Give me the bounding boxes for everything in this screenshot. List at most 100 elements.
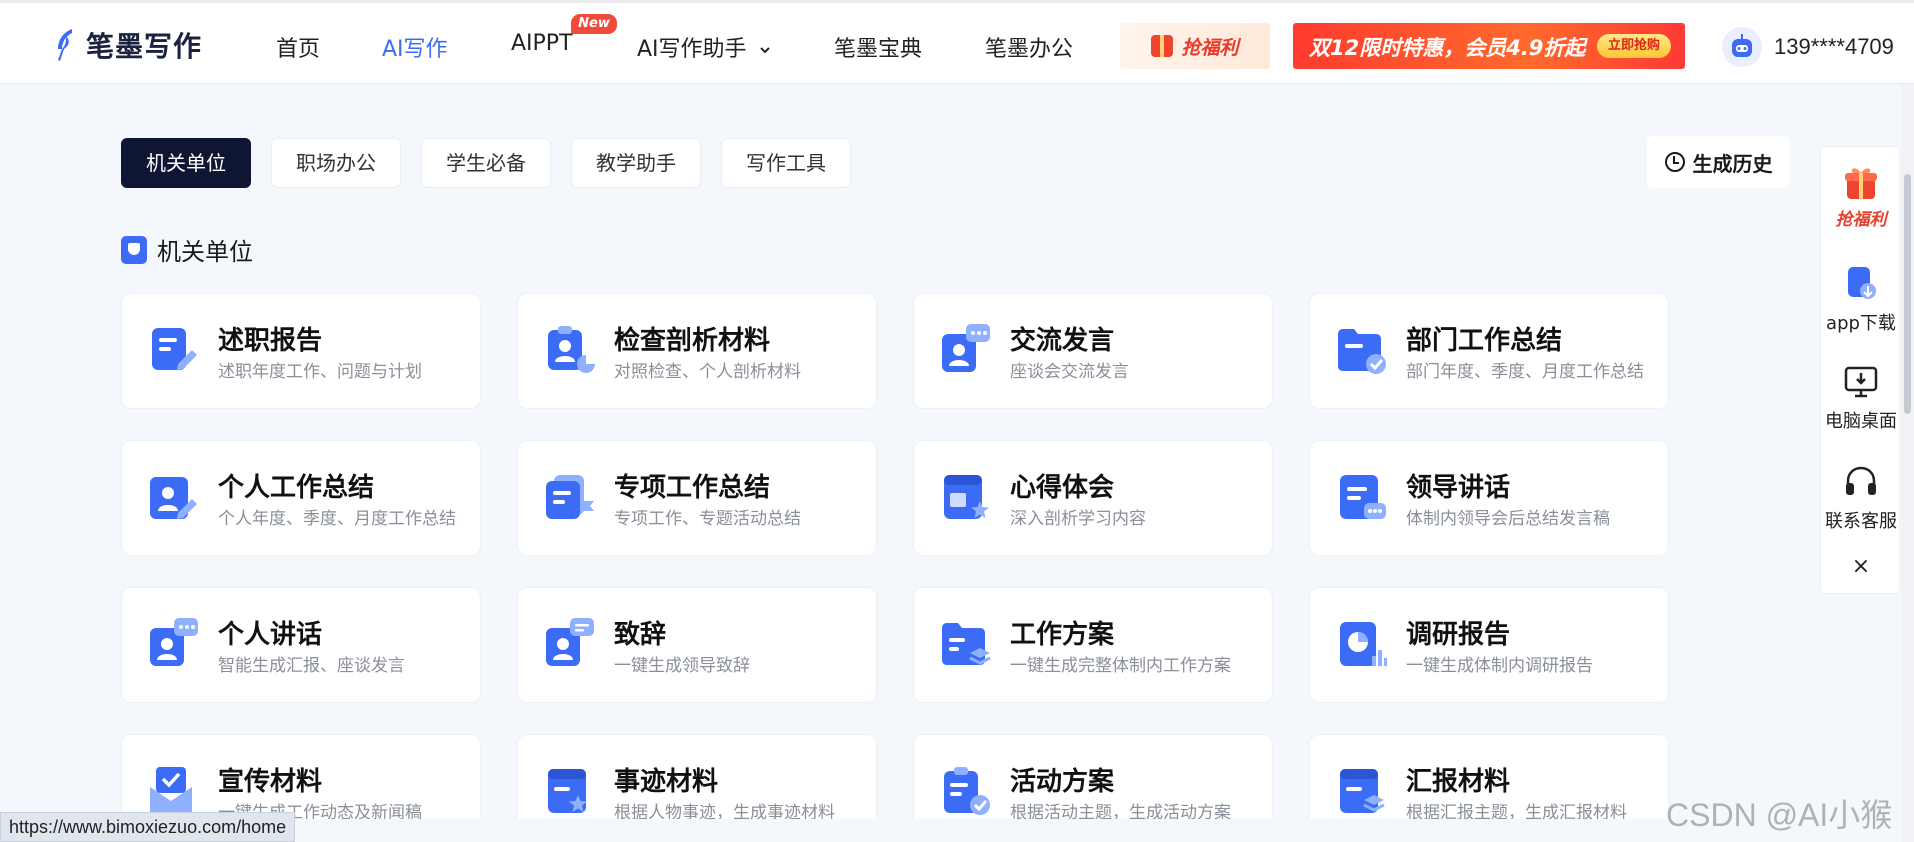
sidebar-label-welfare: 抢福利 [1835, 210, 1887, 230]
clipboard-user-icon [548, 326, 595, 373]
nav-ai-assistant[interactable]: AI写作助手 [637, 31, 770, 63]
card-debriefing-report[interactable]: 述职报告 述职年度工作、问题与计划 [121, 293, 481, 409]
card-department-summary[interactable]: 部门工作总结 部门年度、季度、月度工作总结 [1309, 293, 1669, 409]
sidebar-label-customer-service: 联系客服 [1825, 511, 1897, 532]
nav-bimo-office[interactable]: 笔墨办公 [985, 31, 1073, 63]
user-phone: 139****4709 [1774, 34, 1894, 59]
sidebar-label-desktop: 电脑桌面 [1825, 411, 1897, 432]
tab-government[interactable]: 机关单位 [121, 138, 251, 188]
card-title: 个人讲话 [218, 620, 323, 650]
page-scrollbar[interactable] [1901, 84, 1914, 842]
sidebar-item-welfare[interactable]: 抢福利 [1821, 165, 1901, 230]
sidebar-item-customer-service[interactable]: 联系客服 [1821, 465, 1901, 533]
card-subtitle: 一键生成完整体制内工作方案 [1010, 656, 1231, 676]
card-title: 检查剖析材料 [614, 326, 771, 356]
card-subtitle: 述职年度工作、问题与计划 [218, 362, 422, 382]
card-activity-plan[interactable]: 活动方案 根据活动主题，生成活动方案 [913, 734, 1273, 819]
book-star-icon [944, 475, 989, 519]
nav-ai-writing[interactable]: AI写作 [382, 31, 448, 63]
tab-students[interactable]: 学生必备 [421, 138, 551, 188]
folder-layers-icon [942, 623, 991, 665]
section-title: 机关单位 [157, 238, 253, 266]
card-subtitle: 根据活动主题，生成活动方案 [1010, 803, 1231, 819]
card-personal-speech[interactable]: 个人讲话 智能生成汇报、座谈发言 [121, 587, 481, 703]
double12-promo-banner[interactable]: 双12限时特惠，会员4.9折起 立即抢购 [1293, 23, 1685, 69]
document-flag-icon [546, 475, 594, 519]
welfare-promo-button[interactable]: 抢福利 [1120, 23, 1270, 69]
card-subtitle: 根据汇报主题，生成汇报材料 [1406, 803, 1627, 819]
nav-aippt[interactable]: AIPPT [511, 31, 573, 56]
card-subtitle: 座谈会交流发言 [1010, 362, 1129, 382]
card-reflections[interactable]: 心得体会 深入剖析学习内容 [913, 440, 1273, 556]
sidebar-item-app-download[interactable]: app下载 [1821, 265, 1901, 335]
brand-name: 笔墨写作 [86, 30, 203, 63]
user-message-icon [546, 618, 594, 666]
watermark: CSDN @AI小猴 [1666, 797, 1893, 833]
card-title: 交流发言 [1010, 326, 1115, 356]
user-pen-icon [150, 477, 197, 519]
tab-teaching[interactable]: 教学助手 [571, 138, 701, 188]
template-card-grid: 述职报告 述职年度工作、问题与计划 检查剖析材料 对照检查、个人剖析材料 交流发… [121, 293, 1671, 819]
card-title: 领导讲话 [1406, 473, 1511, 503]
user-menu[interactable]: 139****4709 [1722, 27, 1894, 67]
tab-writing-tools[interactable]: 写作工具 [721, 138, 851, 188]
sidebar-item-desktop[interactable]: 电脑桌面 [1821, 365, 1901, 433]
monitor-download-icon [1844, 366, 1878, 398]
tab-workplace[interactable]: 职场办公 [271, 138, 401, 188]
new-badge: New [571, 14, 617, 34]
card-special-summary[interactable]: 专项工作总结 专项工作、专题活动总结 [517, 440, 877, 556]
card-subtitle: 根据人物事迹，生成事迹材料 [614, 803, 835, 819]
card-title: 事迹材料 [614, 767, 719, 797]
card-self-analysis[interactable]: 检查剖析材料 对照检查、个人剖析材料 [517, 293, 877, 409]
nav-home[interactable]: 首页 [276, 31, 320, 63]
card-title: 专项工作总结 [614, 473, 771, 503]
buy-now-button[interactable]: 立即抢购 [1597, 34, 1671, 58]
card-address[interactable]: 致辞 一键生成领导致辞 [517, 587, 877, 703]
card-title: 汇报材料 [1406, 767, 1511, 797]
welfare-promo-label: 抢福利 [1181, 36, 1239, 59]
card-personal-summary[interactable]: 个人工作总结 个人年度、季度、月度工作总结 [121, 440, 481, 556]
card-publicity-material[interactable]: 宣传材料 一键生成工作动态及新闻稿 [121, 734, 481, 819]
card-title: 调研报告 [1406, 620, 1511, 650]
card-deeds-material[interactable]: 事迹材料 根据人物事迹，生成事迹材料 [517, 734, 877, 819]
card-subtitle: 对照检查、个人剖析材料 [614, 362, 801, 382]
brand-logo[interactable]: 笔墨写作 [52, 25, 202, 65]
scrollbar-thumb[interactable] [1904, 174, 1911, 414]
nav-ai-assistant-label: AI写作助手 [637, 37, 747, 62]
card-title: 活动方案 [1010, 767, 1115, 797]
card-title: 部门工作总结 [1406, 326, 1563, 356]
card-exchange-speech[interactable]: 交流发言 座谈会交流发言 [913, 293, 1273, 409]
card-subtitle: 专项工作、专题活动总结 [614, 509, 801, 529]
card-title: 宣传材料 [218, 767, 323, 797]
card-work-plan[interactable]: 工作方案 一键生成完整体制内工作方案 [913, 587, 1273, 703]
robot-avatar-icon [1732, 34, 1752, 57]
status-bar-url: https://www.bimoxiezuo.com/home [0, 812, 296, 842]
book-star-icon [548, 769, 587, 813]
clipboard-check-icon [944, 767, 990, 815]
generation-history-button[interactable]: 生成历史 [1647, 136, 1790, 188]
card-research-report[interactable]: 调研报告 一键生成体制内调研报告 [1309, 587, 1669, 703]
user-chat-icon [942, 324, 990, 372]
gift-icon [1151, 35, 1174, 57]
card-subtitle: 一键生成体制内调研报告 [1406, 656, 1593, 676]
pie-chart-icon [1340, 622, 1387, 666]
card-subtitle: 部门年度、季度、月度工作总结 [1406, 362, 1644, 382]
quill-logo-icon [58, 29, 72, 61]
generation-history-label: 生成历史 [1692, 151, 1773, 176]
nav-bimo-guide[interactable]: 笔墨宝典 [834, 31, 922, 63]
user-chat-icon [150, 618, 198, 666]
close-icon[interactable]: × [1849, 555, 1873, 579]
floating-sidebar: 抢福利 app下载 电脑桌面 联系客服 × [1820, 146, 1900, 594]
document-chat-icon [1340, 475, 1386, 519]
gift-icon [1845, 168, 1877, 199]
chevron-down-icon [759, 47, 770, 54]
headset-icon [1846, 466, 1876, 495]
folder-check-icon [1338, 329, 1386, 374]
card-title: 致辞 [614, 620, 667, 650]
phone-download-icon [1848, 267, 1876, 299]
card-leader-speech[interactable]: 领导讲话 体制内领导会后总结发言稿 [1309, 440, 1669, 556]
top-navigation-bar: 笔墨写作 首页 AI写作 AIPPT New AI写作助手 笔墨宝典 笔墨办公 … [0, 0, 1914, 84]
card-report-material[interactable]: 汇报材料 根据汇报主题，生成汇报材料 [1309, 734, 1669, 819]
card-subtitle: 深入剖析学习内容 [1010, 509, 1146, 529]
card-subtitle: 一键生成领导致辞 [614, 656, 750, 676]
